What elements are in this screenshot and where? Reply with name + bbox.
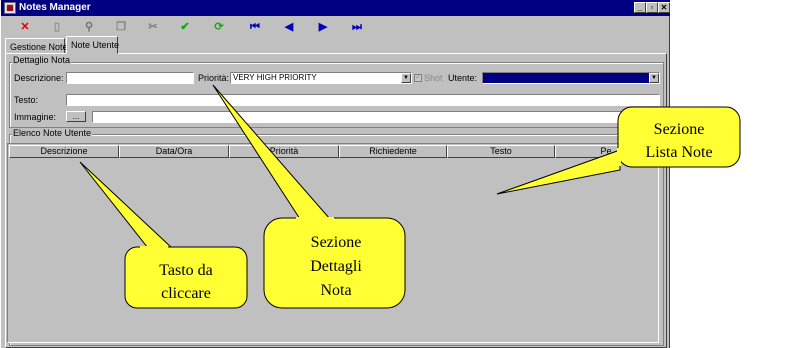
shot-checkbox[interactable]: ✓ — [414, 74, 422, 82]
first-record-button[interactable]: ⏮ — [245, 19, 265, 35]
column-header-priorita[interactable]: Priorità — [229, 145, 339, 158]
utente-select[interactable] — [482, 72, 660, 84]
new-doc-button[interactable]: ▯ — [47, 19, 67, 35]
close-window-button[interactable]: ✕ — [658, 2, 670, 13]
utente-dropdown-button[interactable]: ▼ — [649, 73, 659, 83]
next-record-button[interactable]: ▶ — [313, 19, 333, 35]
app-window: ▦ Notes Manager _ ▫ ✕ ✕ ▯ ⚲ ❐ ✂ ✔ ⟳ ⏮ ◀ ▶ ⏭ Gestio… — [0, 0, 670, 348]
window-title: Notes Manager — [19, 2, 91, 13]
utente-label: Utente: — [448, 73, 478, 83]
immagine-path-input[interactable] — [92, 111, 660, 123]
minimize-button[interactable]: _ — [634, 2, 646, 13]
column-header-descrizione[interactable]: Descrizione — [9, 145, 119, 158]
last-record-button[interactable]: ⏭ — [347, 19, 367, 35]
column-header-extra[interactable]: Pe — [555, 145, 657, 158]
refresh-button[interactable]: ⟳ — [209, 19, 229, 35]
prev-record-button[interactable]: ◀ — [279, 19, 299, 35]
priorita-label: Priorità: — [198, 73, 230, 83]
dettaglio-legend: Dettaglio Nota — [12, 55, 72, 65]
close-record-button[interactable]: ✕ — [15, 19, 35, 35]
testo-label: Testo: — [14, 95, 39, 105]
immagine-label: Immagine: — [14, 112, 57, 122]
toolbar: ✕ ▯ ⚲ ❐ ✂ ✔ ⟳ ⏮ ◀ ▶ ⏭ — [1, 17, 670, 37]
tab-note-utente[interactable]: Note Utente — [66, 36, 119, 54]
shot-label: Shot — [424, 73, 443, 83]
column-header-testo[interactable]: Testo — [447, 145, 555, 158]
priorita-select[interactable]: VERY HIGH PRIORITY — [230, 72, 412, 84]
column-header-data-ora[interactable]: Data/Ora — [119, 145, 229, 158]
elenco-legend: Elenco Note Utente — [12, 128, 93, 138]
copy-button[interactable]: ❐ — [111, 19, 131, 35]
testo-input[interactable] — [66, 94, 660, 106]
app-icon: ▦ — [4, 2, 16, 14]
column-header-richiedente[interactable]: Richiedente — [339, 145, 447, 158]
confirm-button[interactable]: ✔ — [175, 19, 195, 35]
priorita-dropdown-button[interactable]: ▼ — [401, 73, 411, 83]
maximize-button[interactable]: ▫ — [646, 2, 658, 13]
notes-table[interactable]: Descrizione Data/Ora Priorità Richiedent… — [7, 143, 659, 343]
descrizione-input[interactable] — [66, 72, 194, 84]
tab-gestione-note[interactable]: Gestione Note — [5, 38, 68, 54]
descrizione-label: Descrizione: — [14, 73, 64, 83]
immagine-browse-button[interactable]: ... — [66, 111, 86, 122]
cut-button[interactable]: ✂ — [143, 19, 163, 35]
title-bar: ▦ Notes Manager _ ▫ ✕ — [1, 0, 670, 16]
find-button[interactable]: ⚲ — [79, 19, 99, 35]
